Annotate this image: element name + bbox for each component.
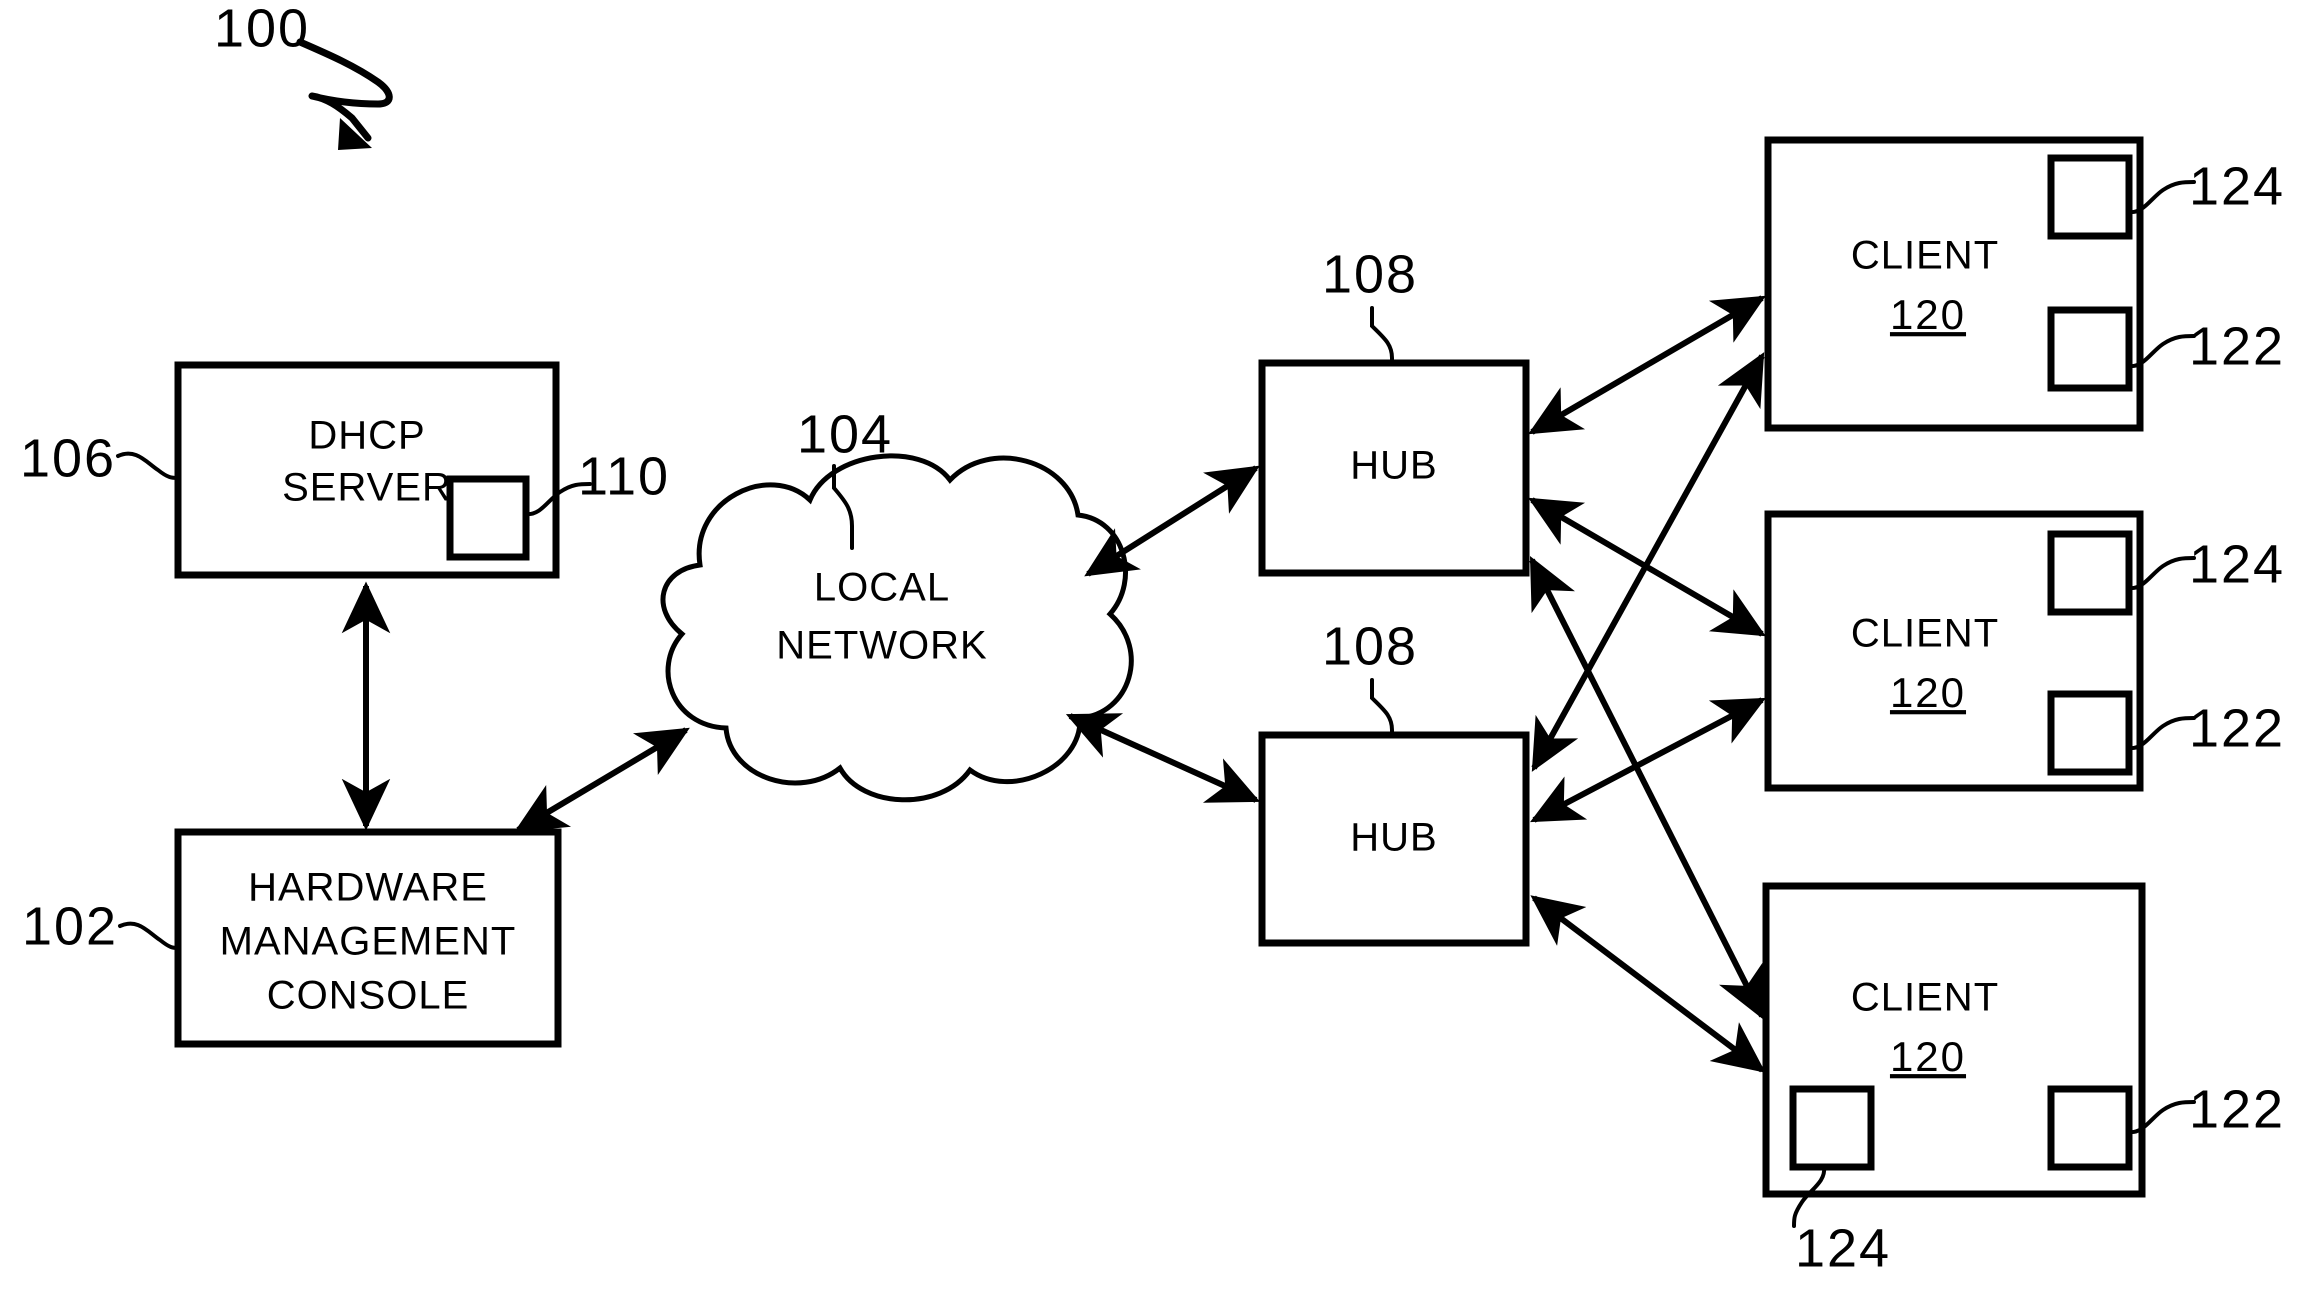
hardware-management-console-node[interactable]: HARDWARE MANAGEMENT CONSOLE [174,828,562,1048]
hub-bottom-ref-lead-line [1370,678,1394,737]
client-3-port-left-ref-label: 124 [1795,1218,1891,1278]
link-hub-bottom-to-client-2 [1530,697,1766,823]
link-local-network-to-hub-top [1084,465,1260,577]
dhcp-server-label-line1: DHCP [308,414,425,458]
hub-bottom-ref-group: 108 [1322,616,1418,737]
client-2-node[interactable]: CLIENT 120 [1764,510,2144,792]
client-1-port-lower-ref-label: 122 [2189,316,2285,376]
hub-bottom-node[interactable]: HUB [1258,731,1530,947]
client-3-number: 120 [1890,1033,1966,1080]
client-2-port-lower[interactable] [2047,690,2133,776]
hub-top-ref-group: 108 [1322,244,1418,365]
client-3-label: CLIENT [1851,976,1999,1020]
client-1-port-lower[interactable] [2047,306,2133,392]
figure-number-group: 100 [214,0,393,150]
client-3-port-right-ref-label: 122 [2189,1079,2285,1139]
hmc-label-line2: MANAGEMENT [220,920,517,964]
local-network-ref-label: 104 [797,404,893,464]
client-1-port-upper[interactable] [2047,154,2133,240]
link-hub-bottom-to-client-3 [1530,895,1766,1073]
client-2-port-lower-ref-group: 122 [2127,698,2285,758]
dhcp-component-ref-group: 110 [524,446,670,517]
dhcp-server-node[interactable]: DHCP SERVER [174,361,560,579]
dhcp-server-ref-lead-line [116,451,180,480]
hub-bottom-label: HUB [1350,816,1437,860]
hmc-ref-label: 102 [22,896,118,956]
client-1-port-upper-ref-label: 124 [2189,156,2285,216]
dhcp-server-ref-group: 106 [20,428,180,488]
client-1-label: CLIENT [1851,234,1999,278]
hub-top-ref-lead-line [1370,306,1394,365]
client-3-port-left[interactable] [1789,1085,1875,1171]
hmc-label-line3: CONSOLE [267,974,470,1018]
client-2-number: 120 [1890,669,1966,716]
client-2-label: CLIENT [1851,612,1999,656]
local-network-label-line1: LOCAL [814,566,950,610]
hmc-ref-lead-line [118,921,180,950]
hmc-label-line1: HARDWARE [248,866,488,910]
figure-number-label: 100 [214,0,310,58]
hub-top-ref-label: 108 [1322,244,1418,304]
hmc-ref-group: 102 [22,896,180,956]
client-2-port-upper-ref-group: 124 [2127,534,2285,594]
client-1-node[interactable]: CLIENT 120 [1764,136,2144,432]
hub-bottom-ref-label: 108 [1322,616,1418,676]
link-local-network-to-hub-bottom [1065,713,1261,803]
client-1-number: 120 [1890,291,1966,338]
link-hub-bottom-to-client-1 [1531,352,1765,772]
dhcp-server-ref-label: 106 [20,428,116,488]
link-hmc-to-local-network [514,727,690,833]
dhcp-component-ref-label: 110 [578,446,670,506]
client-1-port-upper-ref-group: 124 [2127,156,2285,216]
client-3-port-right-ref-group: 122 [2127,1079,2285,1139]
client-2-port-upper[interactable] [2047,530,2133,616]
client-3-port-left-ref-group: 124 [1792,1165,1891,1278]
client-2-port-lower-ref-label: 122 [2189,698,2285,758]
local-network-node[interactable]: LOCAL NETWORK [660,453,1134,803]
local-network-label-line2: NETWORK [776,624,987,668]
link-hub-top-to-client-1 [1528,295,1766,435]
dhcp-server-label-line2: SERVER [282,466,452,510]
link-hub-top-to-client-3 [1529,555,1765,1021]
client-3-port-right[interactable] [2047,1085,2133,1171]
network-diagram-svg: 100 DHCP SERVER 106 110 HARDWARE MANAGEM… [20,0,2285,1278]
dhcp-server-component-square[interactable] [446,475,530,561]
hub-top-label: HUB [1350,444,1437,488]
client-1-port-lower-ref-group: 122 [2127,316,2285,376]
client-3-node[interactable]: CLIENT 120 [1762,882,2146,1198]
figure-canvas: 100 DHCP SERVER 106 110 HARDWARE MANAGEM… [0,0,2302,1289]
hub-top-node[interactable]: HUB [1258,359,1530,577]
client-2-port-upper-ref-label: 124 [2189,534,2285,594]
